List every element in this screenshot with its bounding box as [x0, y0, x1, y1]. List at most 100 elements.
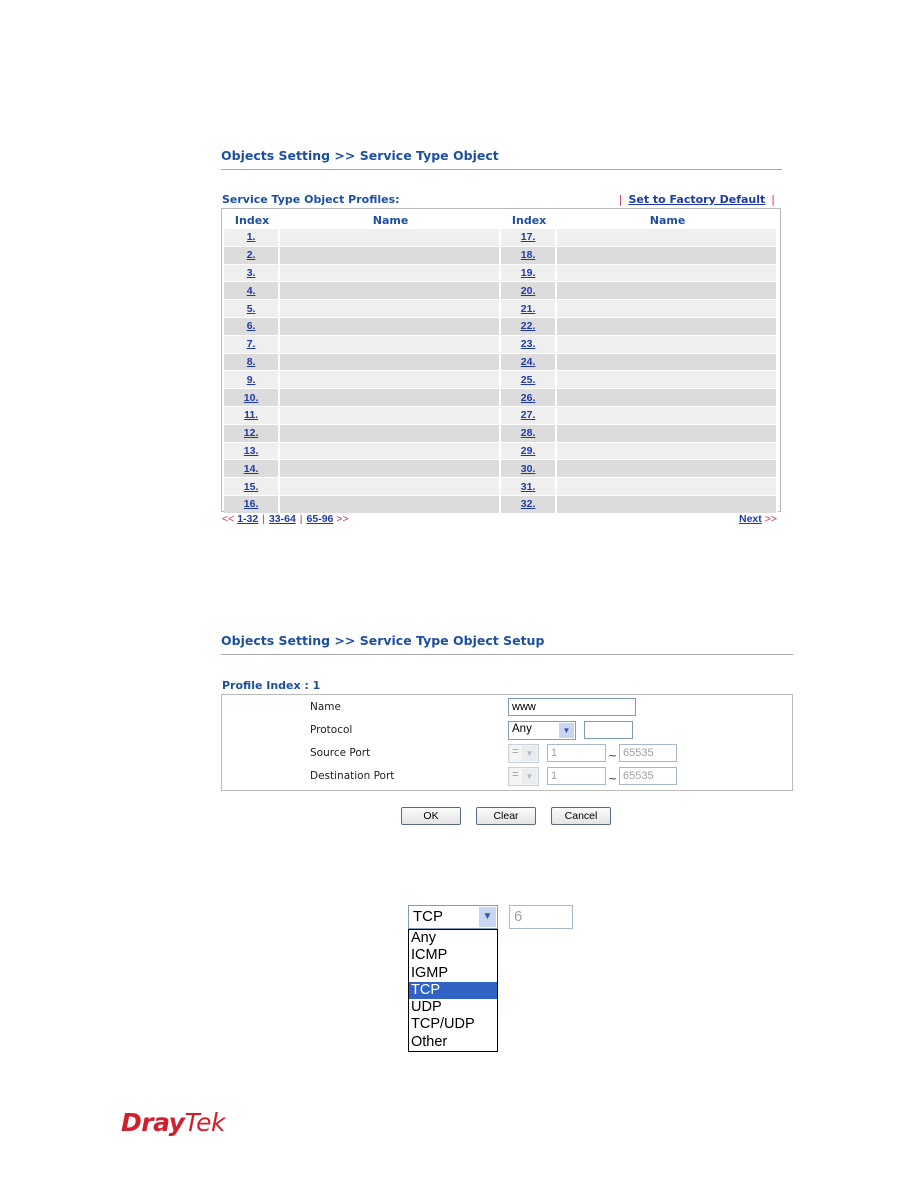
profile-index-link[interactable]: 14.	[244, 463, 259, 475]
profile-index-link[interactable]: 29.	[521, 445, 536, 457]
logo-dray: Dray	[121, 1108, 185, 1137]
index-cell: 27.	[500, 406, 558, 425]
index-cell: 7.	[224, 335, 281, 354]
profile-index-link[interactable]: 7.	[247, 338, 256, 350]
destination-port-start-input[interactable]	[547, 767, 606, 785]
index-cell: 6.	[224, 317, 281, 336]
index-cell: 16.	[224, 495, 281, 514]
index-cell: 31.	[500, 478, 558, 496]
profile-index-link[interactable]: 2.	[247, 249, 256, 261]
profile-index-link[interactable]: 10.	[244, 392, 259, 404]
profile-name-cell	[557, 229, 778, 247]
protocol-option[interactable]: TCP	[409, 981, 497, 1000]
source-port-start-input[interactable]	[547, 744, 606, 762]
destination-port-label: Destination Port	[310, 770, 395, 782]
profile-name-cell	[557, 460, 778, 479]
profile-name-cell	[280, 495, 501, 514]
profile-index-link[interactable]: 8.	[247, 356, 256, 368]
index-cell: 11.	[224, 406, 281, 425]
profile-index-link[interactable]: 4.	[247, 285, 256, 297]
profile-index-link[interactable]: 30.	[521, 463, 536, 475]
next-link[interactable]: Next	[739, 513, 762, 525]
cancel-button[interactable]: Cancel	[551, 807, 611, 825]
operator-value: =	[512, 746, 519, 758]
table-row: 4. 20.	[224, 282, 778, 301]
profile-name-cell	[557, 335, 778, 354]
page-link-1-32[interactable]: 1-32	[237, 513, 258, 525]
profile-name-cell	[280, 264, 501, 283]
table-row: 3. 19.	[224, 264, 778, 283]
profile-index-link[interactable]: 19.	[521, 267, 536, 279]
index-cell: 21.	[500, 300, 558, 318]
profile-index-link[interactable]: 16.	[244, 498, 259, 510]
protocol-option[interactable]: IGMP	[409, 965, 497, 982]
profile-index-link[interactable]: 1.	[247, 231, 256, 243]
protocol-option[interactable]: ICMP	[409, 947, 497, 964]
protocol-option[interactable]: TCP/UDP	[409, 1016, 497, 1033]
profile-index-link[interactable]: 25.	[521, 374, 536, 386]
profile-index-link[interactable]: 3.	[247, 267, 256, 279]
title-divider	[221, 654, 793, 655]
profile-name-cell	[280, 282, 501, 301]
source-port-end-input[interactable]	[619, 744, 677, 762]
source-port-label: Source Port	[310, 747, 371, 759]
profile-name-cell	[280, 246, 501, 265]
protocol-dropdown[interactable]: TCP ▼	[408, 905, 498, 929]
profile-name-cell	[557, 424, 778, 443]
profile-index-link[interactable]: 9.	[247, 374, 256, 386]
index-cell: 14.	[224, 460, 281, 479]
profile-index-link[interactable]: 6.	[247, 320, 256, 332]
index-cell: 2.	[224, 246, 281, 265]
protocol-select[interactable]: Any ▼	[508, 721, 576, 740]
profile-index-link[interactable]: 32.	[521, 498, 536, 510]
profile-name-cell	[557, 442, 778, 461]
profile-index-link[interactable]: 20.	[521, 285, 536, 297]
profile-index-link[interactable]: 24.	[521, 356, 536, 368]
title-divider	[221, 169, 782, 170]
page-link-33-64[interactable]: 33-64	[269, 513, 296, 525]
profile-index-link[interactable]: 23.	[521, 338, 536, 350]
protocol-option[interactable]: UDP	[409, 999, 497, 1016]
table-row: 11. 27.	[224, 406, 778, 425]
profile-index-link[interactable]: 27.	[521, 409, 536, 421]
protocol-number-input[interactable]	[584, 721, 633, 739]
set-factory-default-link[interactable]: Set to Factory Default	[628, 193, 765, 206]
table-row: 9. 25.	[224, 371, 778, 390]
profile-index-link[interactable]: 11.	[244, 409, 258, 421]
header-name: Name	[372, 213, 409, 227]
profile-index-link[interactable]: 21.	[521, 303, 536, 315]
table-row: 15. 31.	[224, 478, 778, 496]
profile-index-link[interactable]: 28.	[521, 427, 536, 439]
protocol-value: Any	[512, 723, 532, 735]
factory-default-area: | Set to Factory Default |	[613, 193, 781, 206]
name-input[interactable]	[508, 698, 636, 716]
profile-name-cell	[557, 406, 778, 425]
destination-port-end-input[interactable]	[619, 767, 677, 785]
protocol-number-field[interactable]: 6	[509, 905, 573, 929]
page-link-65-96[interactable]: 65-96	[307, 513, 334, 525]
chevron-down-icon: ▼	[559, 723, 574, 738]
profile-index-link[interactable]: 22.	[521, 320, 536, 332]
range-separator: ~	[608, 772, 618, 785]
profile-index-link[interactable]: 18.	[521, 249, 536, 261]
source-port-operator-select[interactable]: = ▼	[508, 744, 539, 763]
index-cell: 29.	[500, 442, 558, 461]
profile-name-cell	[280, 300, 501, 318]
setup-page-title: Objects Setting >> Service Type Object S…	[221, 633, 545, 648]
profile-index-link[interactable]: 26.	[521, 392, 536, 404]
profile-index-link[interactable]: 15.	[244, 481, 259, 493]
profile-index-link[interactable]: 31.	[521, 481, 536, 493]
ok-button[interactable]: OK	[401, 807, 461, 825]
profile-name-cell	[557, 282, 778, 301]
profile-index-link[interactable]: 13.	[244, 445, 259, 457]
clear-button[interactable]: Clear	[476, 807, 536, 825]
chevron-down-icon: ▼	[522, 746, 537, 761]
profile-index-link[interactable]: 5.	[247, 303, 256, 315]
profile-index-link[interactable]: 12.	[244, 427, 259, 439]
profile-index-link[interactable]: 17.	[521, 231, 536, 243]
index-cell: 18.	[500, 246, 558, 265]
protocol-option[interactable]: Any	[409, 930, 497, 947]
destination-port-operator-select[interactable]: = ▼	[508, 767, 539, 786]
protocol-option[interactable]: Other	[409, 1034, 497, 1051]
pagination: << 1-32 | 33-64 | 65-96 >>	[222, 513, 349, 525]
